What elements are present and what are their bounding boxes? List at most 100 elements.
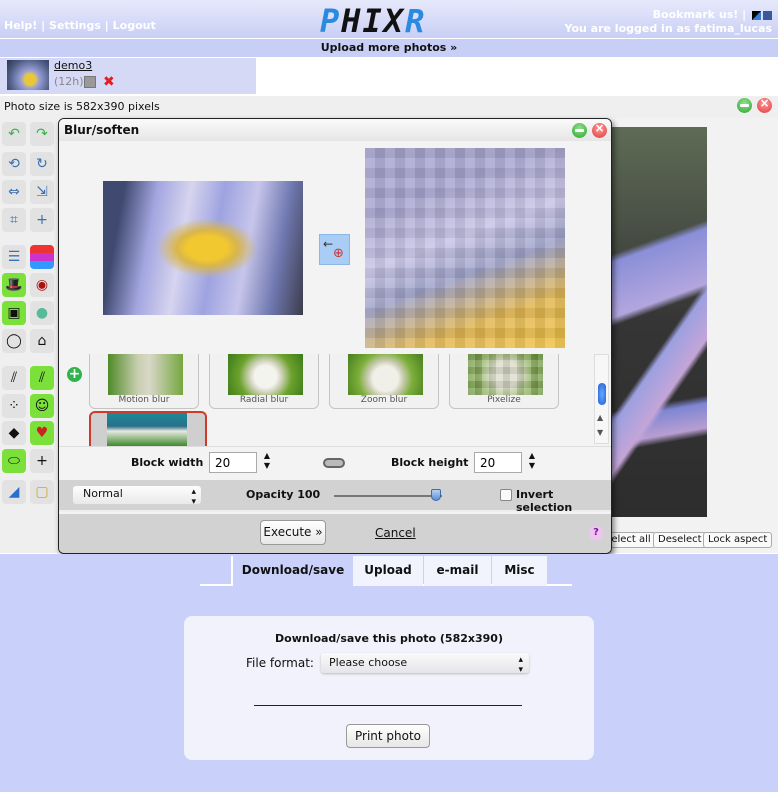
dialog-minimize-button[interactable] <box>572 123 587 138</box>
logout-link[interactable]: Logout <box>113 19 156 32</box>
frame-icon[interactable]: ⬭ <box>2 449 26 473</box>
dialog-titlebar[interactable] <box>59 119 611 141</box>
scrollbar-thumb[interactable] <box>598 383 606 405</box>
block-height-label: Block height <box>391 456 469 469</box>
eraser-icon[interactable]: ⌂ <box>30 329 54 353</box>
minimize-icon <box>740 104 749 107</box>
lock-aspect-button[interactable]: Lock aspect <box>703 532 773 548</box>
delete-icon[interactable]: ✖ <box>103 74 115 90</box>
blend-mode-select[interactable]: Normal ▴ ▾ <box>73 486 201 507</box>
cancel-link[interactable]: Cancel <box>375 526 416 540</box>
lasso-icon[interactable]: ◯ <box>2 329 26 353</box>
block-height-stepper[interactable]: ▲ ▼ <box>527 451 537 471</box>
smiley-icon[interactable]: ☺ <box>30 394 54 418</box>
filter-zoom-blur[interactable]: Zoom blur <box>329 354 439 409</box>
preview-before-image <box>103 181 303 315</box>
editor-minimize-button[interactable] <box>737 98 752 113</box>
vignette-icon[interactable]: ▣ <box>2 301 26 325</box>
settings-link[interactable]: Settings <box>49 19 101 32</box>
filter-label: Zoom blur <box>360 395 408 405</box>
preview-after-image <box>365 148 565 348</box>
bookmark-link[interactable]: Bookmark us! <box>653 8 739 21</box>
sepia-icon[interactable]: 🎩 <box>2 273 26 297</box>
tab-misc[interactable]: Misc <box>492 556 547 586</box>
help-icon[interactable]: ? <box>589 526 603 540</box>
photo-size-text: Photo size is 582x390 pixels <box>4 100 160 113</box>
shapes-icon[interactable]: ● <box>30 301 54 325</box>
scroll-down-icon[interactable]: ▼ <box>597 428 603 437</box>
filter-label: Radial blur <box>239 395 289 405</box>
add-canvas-icon[interactable]: + <box>30 208 54 232</box>
tool-palette: ↶ ↷ ⟲ ↻ ⇔ ⇲ ⌗ + ☰ 🎩 ◉ ▣ ● ◯ ⌂ ⫽ ⫽ ⁘ ☺ ◆ … <box>0 118 58 553</box>
redo-icon[interactable]: ↷ <box>30 122 54 146</box>
add-filter-icon[interactable]: + <box>67 367 82 382</box>
rotate-icon[interactable]: ⟲ <box>2 152 26 176</box>
deselect-button[interactable]: Deselect <box>653 532 707 548</box>
filter-thumbnail <box>348 354 423 395</box>
select-arrows-icon: ▴ ▾ <box>518 655 523 675</box>
opacity-slider-handle[interactable] <box>431 489 441 501</box>
add-overlay-icon[interactable]: + <box>30 449 54 473</box>
link-aspect-icon[interactable] <box>323 458 345 468</box>
facebook-icon[interactable] <box>763 10 772 20</box>
opacity-slider[interactable] <box>334 495 442 497</box>
opacity-label: Opacity 100 <box>246 488 321 501</box>
copy-icon[interactable] <box>84 76 96 88</box>
close-icon: × <box>759 96 770 110</box>
invert-selection-label: Invert selection <box>516 488 573 514</box>
filter-thumbnail <box>107 413 187 446</box>
block-width-stepper[interactable]: ▲ ▼ <box>262 451 272 471</box>
tab-upload[interactable]: Upload <box>353 556 423 586</box>
filter-motion-blur[interactable]: Motion blur <box>89 354 199 409</box>
print-photo-button[interactable]: Print photo <box>346 724 430 748</box>
execute-button[interactable]: Execute » <box>260 520 326 545</box>
edited-photo[interactable] <box>612 127 707 517</box>
photo-name-link[interactable]: demo3 <box>54 59 92 72</box>
logo[interactable]: PHIXR <box>320 2 426 40</box>
dialog-close-button[interactable]: × <box>592 121 607 138</box>
filter-thumbnail <box>228 354 303 395</box>
file-format-label: File format: <box>246 656 314 670</box>
block-height-input[interactable] <box>474 452 522 473</box>
upload-more-link[interactable]: Upload more photos » <box>0 39 778 57</box>
resize-icon[interactable]: ⇲ <box>30 180 54 204</box>
filter-selected[interactable] <box>89 411 207 446</box>
photo-thumbnail[interactable] <box>7 60 49 90</box>
options-row: Normal ▴ ▾ Opacity 100 Invert selection <box>59 480 611 514</box>
top-links: Help! | Settings | Logout <box>4 19 156 32</box>
save-title: Download/save this photo (582x390) <box>275 632 503 645</box>
filter-radial-blur[interactable]: Radial blur <box>209 354 319 409</box>
compare-zoom-icon[interactable]: ← ⊕ <box>319 234 350 265</box>
tab-download-save[interactable]: Download/save <box>231 556 353 586</box>
adjust-icon[interactable]: ☰ <box>2 245 26 269</box>
invert-selection-checkbox[interactable] <box>500 489 512 501</box>
editor-close-button[interactable]: × <box>757 96 772 113</box>
gallery-scrollbar[interactable]: ▲ ▼ <box>594 354 609 444</box>
download-save-panel: Download/save this photo (582x390) File … <box>184 616 594 760</box>
heart-icon[interactable]: ♥ <box>30 421 54 445</box>
undo-icon[interactable]: ↶ <box>2 122 26 146</box>
lines-icon[interactable]: ⫽ <box>2 366 26 390</box>
flip-icon[interactable]: ⇔ <box>2 180 26 204</box>
red-eye-icon[interactable]: ◉ <box>30 273 54 297</box>
delicious-icon[interactable] <box>752 10 761 20</box>
stripes-icon[interactable]: ⫽ <box>30 366 54 390</box>
noise-icon[interactable]: ⁘ <box>2 394 26 418</box>
face-sticker-icon[interactable]: ◆ <box>2 421 26 445</box>
filter-thumbnail <box>468 354 543 395</box>
filter-pixelize[interactable]: Pixelize <box>449 354 559 409</box>
tab-email[interactable]: e-mail <box>424 556 491 586</box>
scroll-up-icon[interactable]: ▲ <box>597 413 603 422</box>
corner-icon[interactable]: ◢ <box>2 480 26 504</box>
color-balance-icon[interactable] <box>30 245 54 269</box>
border-icon[interactable]: ▢ <box>30 480 54 504</box>
file-format-select[interactable]: Please choose ▴ ▾ <box>321 653 529 675</box>
help-link[interactable]: Help! <box>4 19 37 32</box>
crop-icon[interactable]: ⌗ <box>2 208 26 232</box>
rotate-step-icon[interactable]: ↻ <box>30 152 54 176</box>
filter-label: Motion blur <box>118 395 170 405</box>
opacity-value: 100 <box>297 488 321 501</box>
block-width-input[interactable] <box>209 452 257 473</box>
filter-thumbnail <box>108 354 183 395</box>
user-info: Bookmark us! | You are logged in as fati… <box>564 8 772 35</box>
